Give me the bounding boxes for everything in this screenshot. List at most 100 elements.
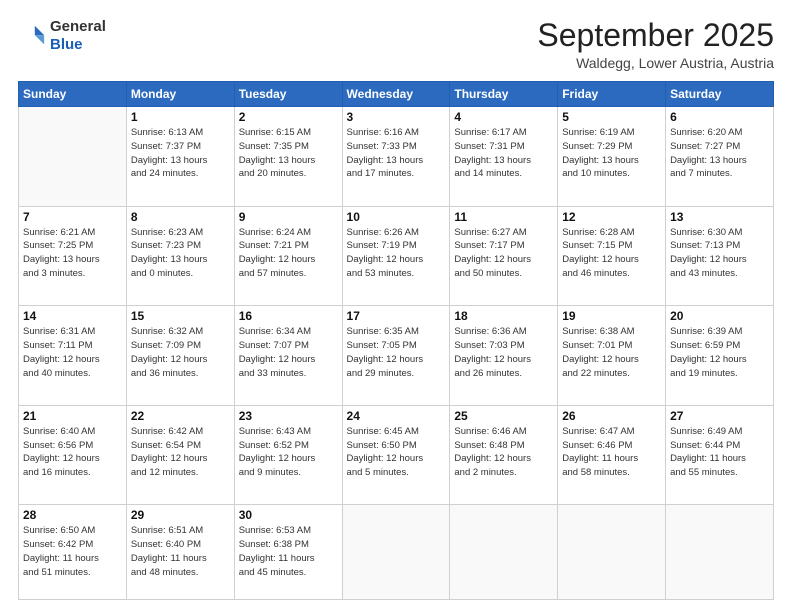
day-info: Sunrise: 6:28 AMSunset: 7:15 PMDaylight:… [562, 226, 661, 281]
day-info: Sunrise: 6:21 AMSunset: 7:25 PMDaylight:… [23, 226, 122, 281]
day-cell: 2 Sunrise: 6:15 AMSunset: 7:35 PMDaylight… [234, 107, 342, 207]
day-number: 16 [239, 309, 338, 323]
day-number: 20 [670, 309, 769, 323]
day-number: 3 [347, 110, 446, 124]
day-cell: 21 Sunrise: 6:40 AMSunset: 6:56 PMDayligh… [19, 405, 127, 505]
day-number: 10 [347, 210, 446, 224]
day-number: 14 [23, 309, 122, 323]
day-number: 24 [347, 409, 446, 423]
day-number: 4 [454, 110, 553, 124]
day-info: Sunrise: 6:39 AMSunset: 6:59 PMDaylight:… [670, 325, 769, 380]
day-cell: 13 Sunrise: 6:30 AMSunset: 7:13 PMDayligh… [666, 206, 774, 306]
day-number: 30 [239, 508, 338, 522]
day-cell: 30 Sunrise: 6:53 AMSunset: 6:38 PMDayligh… [234, 505, 342, 600]
day-number: 27 [670, 409, 769, 423]
week-row-4: 21 Sunrise: 6:40 AMSunset: 6:56 PMDayligh… [19, 405, 774, 505]
day-info: Sunrise: 6:38 AMSunset: 7:01 PMDaylight:… [562, 325, 661, 380]
day-header-wednesday: Wednesday [342, 82, 450, 107]
day-number: 9 [239, 210, 338, 224]
day-info: Sunrise: 6:15 AMSunset: 7:35 PMDaylight:… [239, 126, 338, 181]
day-number: 18 [454, 309, 553, 323]
day-header-monday: Monday [126, 82, 234, 107]
day-cell: 4 Sunrise: 6:17 AMSunset: 7:31 PMDaylight… [450, 107, 558, 207]
day-info: Sunrise: 6:46 AMSunset: 6:48 PMDaylight:… [454, 425, 553, 480]
day-number: 1 [131, 110, 230, 124]
day-info: Sunrise: 6:16 AMSunset: 7:33 PMDaylight:… [347, 126, 446, 181]
page: General Blue September 2025 Waldegg, Low… [0, 0, 792, 612]
day-cell: 23Sunrise: 6:43 AMSunset: 6:52 PMDayligh… [234, 405, 342, 505]
day-info: Sunrise: 6:17 AMSunset: 7:31 PMDaylight:… [454, 126, 553, 181]
day-info: Sunrise: 6:23 AMSunset: 7:23 PMDaylight:… [131, 226, 230, 281]
day-number: 15 [131, 309, 230, 323]
day-info: Sunrise: 6:34 AMSunset: 7:07 PMDaylight:… [239, 325, 338, 380]
day-info: Sunrise: 6:30 AMSunset: 7:13 PMDaylight:… [670, 226, 769, 281]
day-number: 22 [131, 409, 230, 423]
day-number: 29 [131, 508, 230, 522]
day-number: 11 [454, 210, 553, 224]
day-number: 21 [23, 409, 122, 423]
day-number: 8 [131, 210, 230, 224]
logo-blue: Blue [50, 36, 106, 54]
logo: General Blue [18, 18, 106, 54]
day-cell: 9Sunrise: 6:24 AMSunset: 7:21 PMDaylight… [234, 206, 342, 306]
week-row-3: 14 Sunrise: 6:31 AMSunset: 7:11 PMDayligh… [19, 306, 774, 406]
month-title: September 2025 [537, 18, 774, 53]
day-cell [342, 505, 450, 600]
day-info: Sunrise: 6:51 AMSunset: 6:40 PMDaylight:… [131, 524, 230, 579]
day-cell: 8 Sunrise: 6:23 AMSunset: 7:23 PMDaylight… [126, 206, 234, 306]
day-cell: 27 Sunrise: 6:49 AMSunset: 6:44 PMDayligh… [666, 405, 774, 505]
week-row-5: 28 Sunrise: 6:50 AMSunset: 6:42 PMDayligh… [19, 505, 774, 600]
day-cell: 17Sunrise: 6:35 AMSunset: 7:05 PMDayligh… [342, 306, 450, 406]
title-block: September 2025 Waldegg, Lower Austria, A… [537, 18, 774, 71]
day-cell: 29 Sunrise: 6:51 AMSunset: 6:40 PMDayligh… [126, 505, 234, 600]
day-number: 2 [239, 110, 338, 124]
day-number: 12 [562, 210, 661, 224]
day-cell [558, 505, 666, 600]
day-cell: 7 Sunrise: 6:21 AMSunset: 7:25 PMDaylight… [19, 206, 127, 306]
day-number: 13 [670, 210, 769, 224]
day-number: 5 [562, 110, 661, 124]
day-cell: 22Sunrise: 6:42 AMSunset: 6:54 PMDayligh… [126, 405, 234, 505]
day-cell: 28 Sunrise: 6:50 AMSunset: 6:42 PMDayligh… [19, 505, 127, 600]
week-row-2: 7 Sunrise: 6:21 AMSunset: 7:25 PMDaylight… [19, 206, 774, 306]
day-info: Sunrise: 6:49 AMSunset: 6:44 PMDaylight:… [670, 425, 769, 480]
day-cell: 24 Sunrise: 6:45 AMSunset: 6:50 PMDayligh… [342, 405, 450, 505]
day-cell: 14 Sunrise: 6:31 AMSunset: 7:11 PMDayligh… [19, 306, 127, 406]
day-cell: 15 Sunrise: 6:32 AMSunset: 7:09 PMDayligh… [126, 306, 234, 406]
day-number: 7 [23, 210, 122, 224]
day-cell: 26 Sunrise: 6:47 AMSunset: 6:46 PMDayligh… [558, 405, 666, 505]
day-info: Sunrise: 6:31 AMSunset: 7:11 PMDaylight:… [23, 325, 122, 380]
day-number: 26 [562, 409, 661, 423]
day-info: Sunrise: 6:26 AMSunset: 7:19 PMDaylight:… [347, 226, 446, 281]
day-number: 25 [454, 409, 553, 423]
day-cell: 1 Sunrise: 6:13 AMSunset: 7:37 PMDaylight… [126, 107, 234, 207]
day-info: Sunrise: 6:13 AMSunset: 7:37 PMDaylight:… [131, 126, 230, 181]
calendar-table: SundayMondayTuesdayWednesdayThursdayFrid… [18, 81, 774, 600]
day-header-tuesday: Tuesday [234, 82, 342, 107]
day-info: Sunrise: 6:45 AMSunset: 6:50 PMDaylight:… [347, 425, 446, 480]
day-cell: 20 Sunrise: 6:39 AMSunset: 6:59 PMDayligh… [666, 306, 774, 406]
day-cell: 3 Sunrise: 6:16 AMSunset: 7:33 PMDaylight… [342, 107, 450, 207]
logo-text: General Blue [50, 18, 106, 54]
day-info: Sunrise: 6:53 AMSunset: 6:38 PMDaylight:… [239, 524, 338, 579]
day-number: 23 [239, 409, 338, 423]
location: Waldegg, Lower Austria, Austria [537, 55, 774, 71]
day-header-thursday: Thursday [450, 82, 558, 107]
day-cell: 18Sunrise: 6:36 AMSunset: 7:03 PMDayligh… [450, 306, 558, 406]
day-info: Sunrise: 6:20 AMSunset: 7:27 PMDaylight:… [670, 126, 769, 181]
day-info: Sunrise: 6:47 AMSunset: 6:46 PMDaylight:… [562, 425, 661, 480]
day-cell: 5Sunrise: 6:19 AMSunset: 7:29 PMDaylight… [558, 107, 666, 207]
day-cell: 19Sunrise: 6:38 AMSunset: 7:01 PMDayligh… [558, 306, 666, 406]
day-cell: 10 Sunrise: 6:26 AMSunset: 7:19 PMDayligh… [342, 206, 450, 306]
header: General Blue September 2025 Waldegg, Low… [18, 18, 774, 71]
day-cell: 6Sunrise: 6:20 AMSunset: 7:27 PMDaylight… [666, 107, 774, 207]
day-info: Sunrise: 6:35 AMSunset: 7:05 PMDaylight:… [347, 325, 446, 380]
day-cell: 25 Sunrise: 6:46 AMSunset: 6:48 PMDayligh… [450, 405, 558, 505]
day-cell [666, 505, 774, 600]
day-header-sunday: Sunday [19, 82, 127, 107]
day-header-friday: Friday [558, 82, 666, 107]
day-info: Sunrise: 6:32 AMSunset: 7:09 PMDaylight:… [131, 325, 230, 380]
day-info: Sunrise: 6:40 AMSunset: 6:56 PMDaylight:… [23, 425, 122, 480]
day-number: 28 [23, 508, 122, 522]
day-info: Sunrise: 6:50 AMSunset: 6:42 PMDaylight:… [23, 524, 122, 579]
